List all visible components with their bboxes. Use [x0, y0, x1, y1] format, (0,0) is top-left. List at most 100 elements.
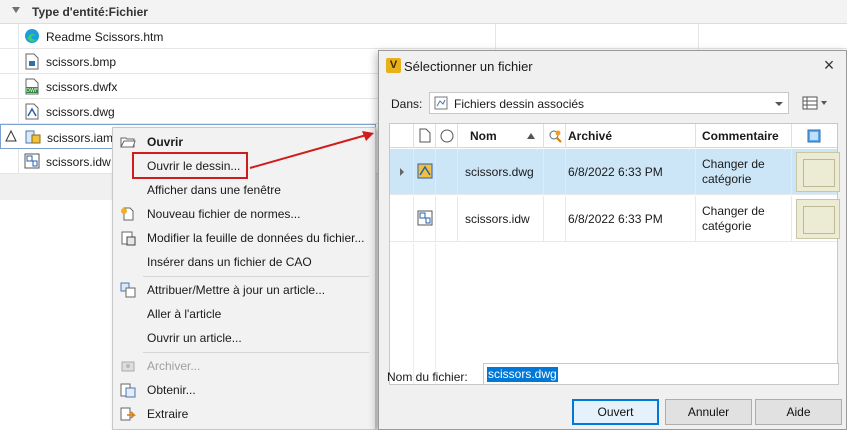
svg-text:DWF: DWF [26, 88, 38, 94]
header-file-icon-col[interactable] [414, 124, 436, 148]
file-name: scissors.dwg [46, 105, 115, 119]
menu-item-aller-article[interactable]: Aller à l'article [113, 302, 375, 326]
open-button[interactable]: Ouvert [572, 399, 659, 425]
search-tag-icon [549, 130, 562, 143]
menu-separator [143, 352, 369, 353]
row-indicator-cell [390, 149, 414, 195]
filename-value: scissors.dwg [487, 367, 558, 382]
header-nom-label: Nom [470, 129, 497, 143]
file-name: scissors.iam [47, 131, 114, 145]
annotation-highlight-box [132, 152, 248, 179]
column-guide [413, 243, 414, 384]
bitmap-file-icon [24, 53, 40, 70]
idw-file-icon [24, 153, 40, 170]
row-comment-cell: Changer de catégorie [696, 196, 792, 242]
folder-drawing-icon [434, 96, 448, 110]
grid-row[interactable]: scissors.idw 6/8/2022 6:33 PM Changer de… [390, 196, 840, 242]
header-nom[interactable]: Nom [458, 124, 544, 148]
header-commentaire-label: Commentaire [702, 129, 779, 143]
grid-row-selected[interactable]: scissors.dwg 6/8/2022 6:33 PM Changer de… [390, 149, 840, 195]
menu-item-label: Afficher dans une fenêtre [147, 183, 281, 197]
row-thumbnail-cell [792, 149, 840, 195]
header-lock-col[interactable] [544, 124, 566, 148]
header-indicator-col [390, 124, 414, 148]
row-archive-cell: 6/8/2022 6:33 PM [566, 196, 696, 242]
idw-file-icon [417, 210, 433, 226]
row-status-cell [436, 149, 458, 195]
header-status-col[interactable] [436, 124, 458, 148]
menu-item-label: Modifier la feuille de données du fichie… [147, 231, 365, 245]
dialog-title-bar[interactable]: V Sélectionner un fichier × [379, 51, 846, 81]
file-name: scissors.bmp [46, 55, 117, 69]
header-archive[interactable]: Archivé [566, 124, 696, 148]
cancel-button[interactable]: Annuler [665, 399, 752, 425]
menu-item-inserer-cao[interactable]: Insérer dans un fichier de CAO [113, 250, 375, 274]
header-commentaire[interactable]: Commentaire [696, 124, 792, 148]
row-name-cell: scissors.idw [458, 196, 544, 242]
filename-label: Nom du fichier: [387, 370, 468, 384]
annotation-arrow [249, 131, 374, 169]
menu-item-extraire[interactable]: Extraire [113, 402, 375, 426]
get-icon [120, 382, 136, 398]
row-name: scissors.idw [465, 212, 530, 226]
dialog-title: Sélectionner un fichier [404, 59, 533, 74]
menu-item-label: Archiver... [147, 359, 201, 373]
row-name-cell: scissors.dwg [458, 149, 544, 195]
menu-item-label: Aller à l'article [147, 307, 222, 321]
dans-dropdown[interactable]: Fichiers dessin associés [429, 92, 789, 114]
file-name: Readme Scissors.htm [46, 30, 164, 44]
check-out-icon [120, 406, 136, 422]
header-thumbnail-col[interactable] [792, 124, 837, 148]
close-icon[interactable]: × [820, 56, 838, 75]
menu-item-label: Ouvrir [147, 135, 184, 149]
filename-input[interactable]: scissors.dwg [483, 363, 839, 385]
check-in-icon [120, 358, 136, 374]
row-thumbnail-cell [792, 196, 840, 242]
triangle-icon [5, 130, 17, 142]
file-column-icon [419, 128, 431, 143]
menu-item-label: Obtenir... [147, 383, 196, 397]
header-archive-label: Archivé [568, 129, 613, 143]
vault-app-icon: V [386, 58, 401, 73]
dans-label: Dans: [391, 97, 423, 111]
dans-value: Fichiers dessin associés [454, 97, 585, 111]
dwg-file-icon [24, 103, 40, 120]
group-label: Type d'entité:Fichier [32, 5, 148, 19]
menu-item-attribuer-article[interactable]: Attribuer/Mettre à jour un article... [113, 278, 375, 302]
menu-separator [143, 276, 369, 277]
file-name: scissors.idw [46, 155, 111, 169]
drawing-thumbnail [796, 199, 840, 239]
file-grid: Nom Archivé Commentaire scissors.dwg 6/8… [389, 123, 840, 385]
grid-header: Nom Archivé Commentaire [390, 124, 837, 148]
edge-html-icon [24, 28, 40, 45]
menu-item-archiver: Archiver... [113, 354, 375, 378]
row-archive-cell: 6/8/2022 6:33 PM [566, 149, 696, 195]
row-comment: Changer de catégorie [702, 157, 765, 186]
dwf-file-icon: DWF [24, 78, 40, 95]
view-list-icon [802, 96, 827, 110]
menu-item-ouvrir-article[interactable]: Ouvrir un article... [113, 326, 375, 350]
row-name: scissors.dwg [465, 165, 534, 179]
row-lock-cell [544, 196, 566, 242]
image-icon [807, 129, 821, 143]
row-lock-cell [544, 149, 566, 195]
menu-item-afficher-fenetre[interactable]: Afficher dans une fenêtre [113, 178, 375, 202]
row-status-cell [436, 196, 458, 242]
row-pointer-icon [400, 168, 404, 176]
drawing-thumbnail [796, 152, 840, 192]
file-row[interactable]: Readme Scissors.htm [0, 24, 847, 49]
menu-item-label: Ouvrir un article... [147, 331, 242, 345]
menu-item-nouveau-normes[interactable]: Nouveau fichier de normes... [113, 202, 375, 226]
datasheet-icon [120, 230, 136, 246]
row-archived: 6/8/2022 6:33 PM [568, 165, 663, 179]
help-button[interactable]: Aide [755, 399, 842, 425]
menu-item-label: Extraire [147, 407, 189, 421]
collapse-caret-icon[interactable] [12, 7, 20, 13]
sort-up-icon [527, 133, 535, 139]
status-circle-icon [440, 129, 454, 143]
group-header-row[interactable]: Type d'entité:Fichier [0, 0, 847, 24]
view-options-button[interactable] [797, 92, 831, 114]
menu-item-label: Attribuer/Mettre à jour un article... [147, 283, 326, 297]
menu-item-modifier-feuille[interactable]: Modifier la feuille de données du fichie… [113, 226, 375, 250]
menu-item-obtenir[interactable]: Obtenir... [113, 378, 375, 402]
